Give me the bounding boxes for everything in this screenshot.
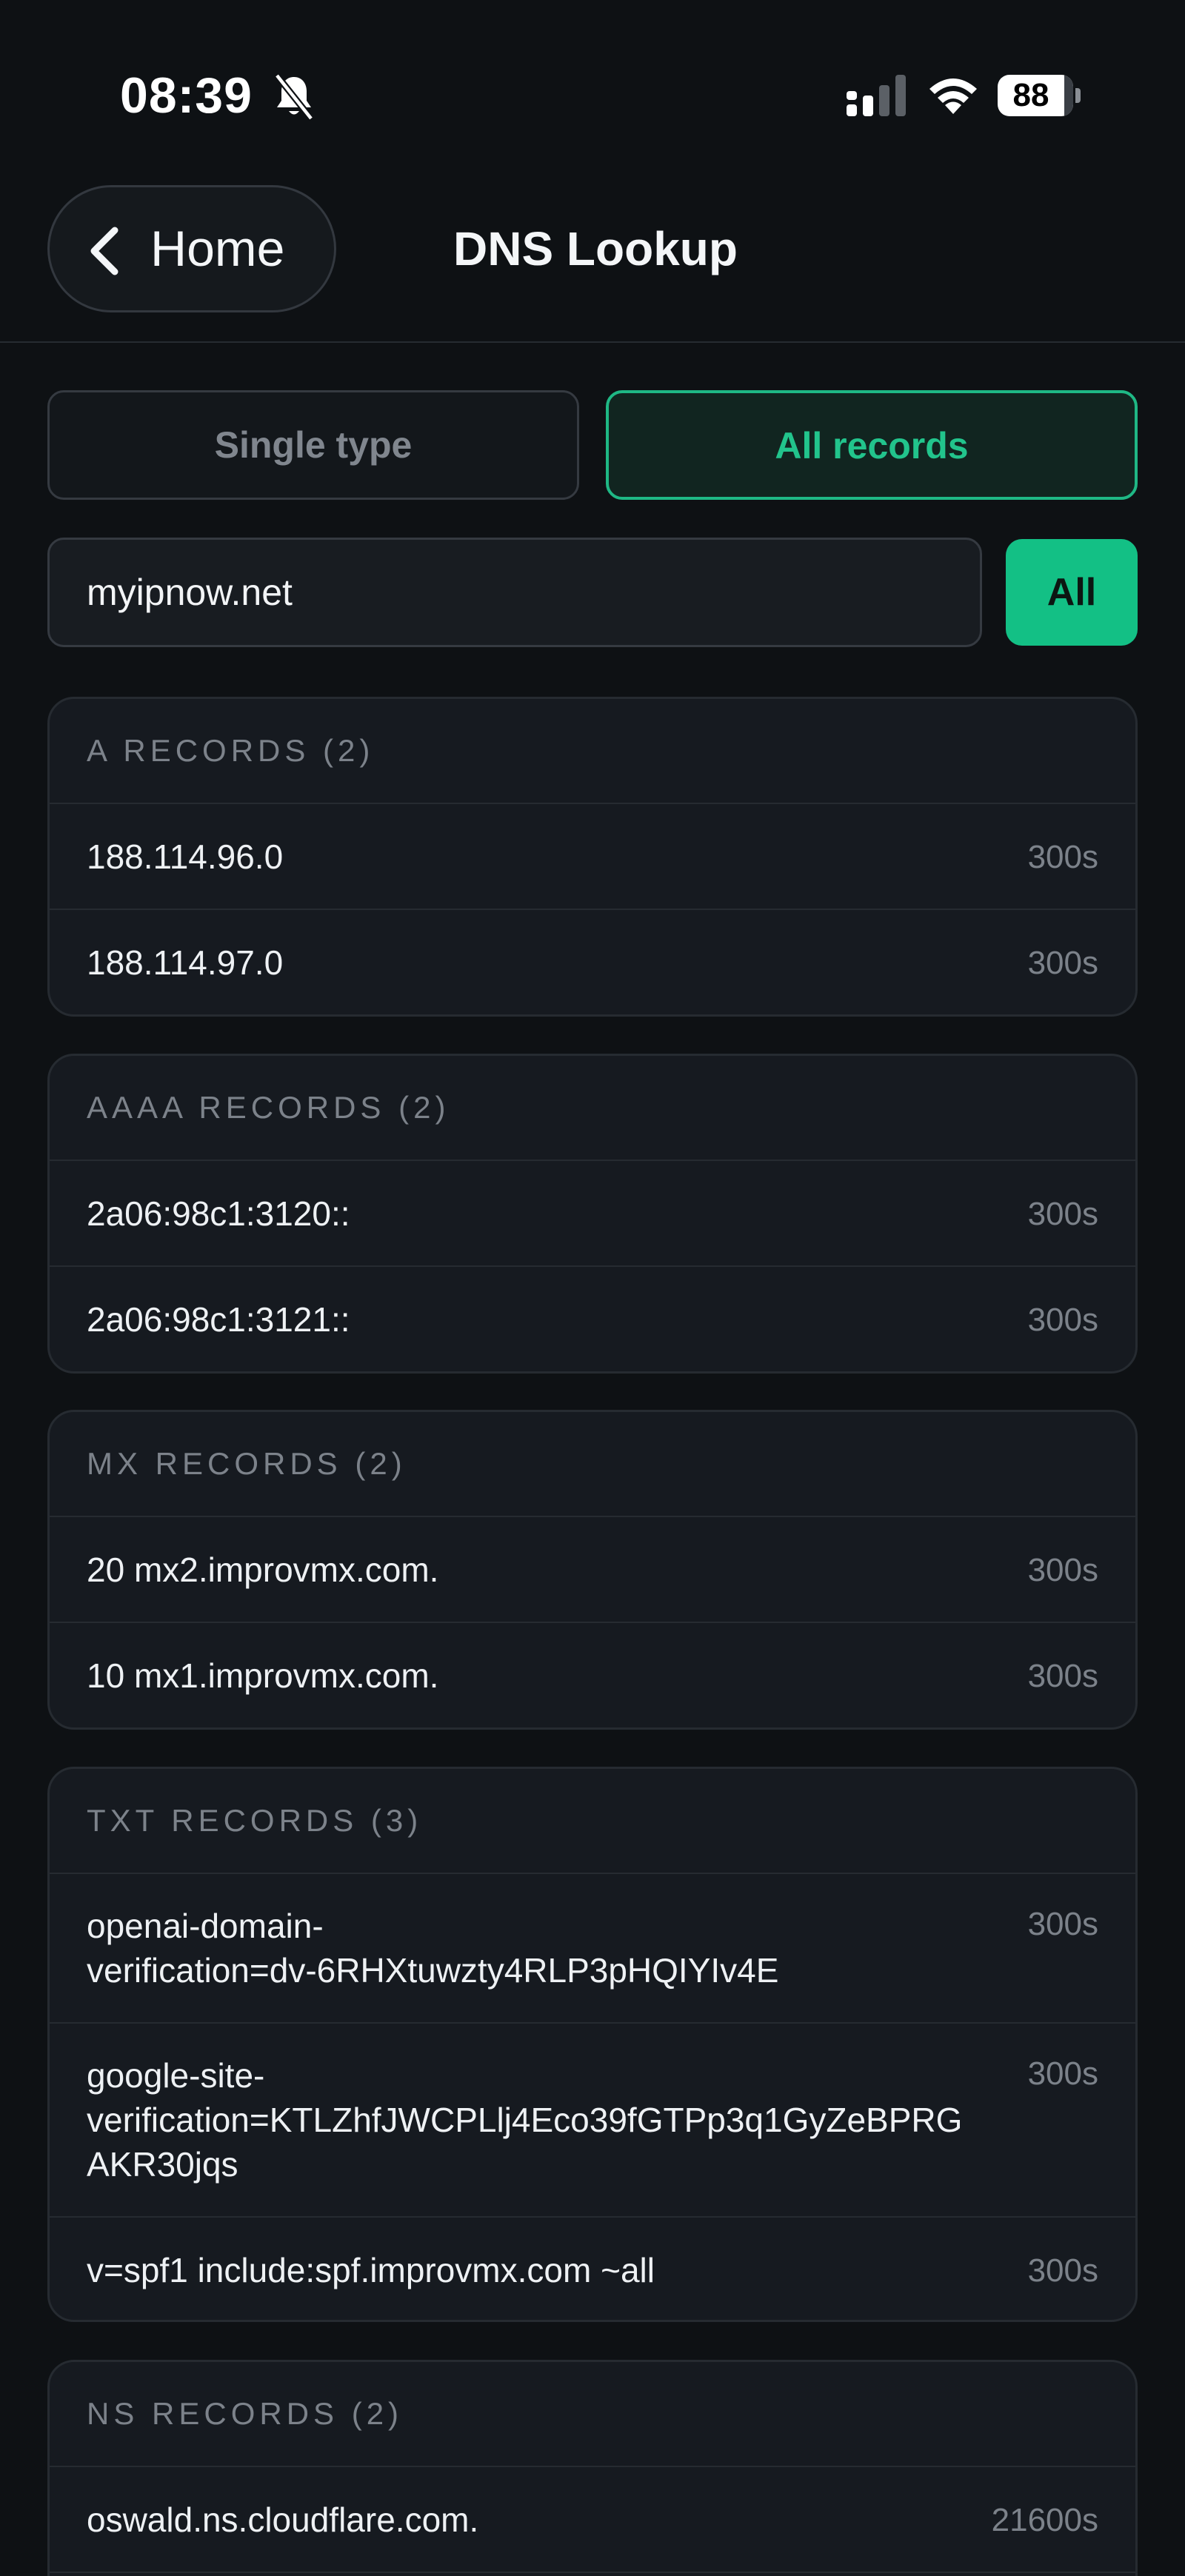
- status-bar: 08:39 88: [0, 0, 1185, 185]
- record-value: 20 mx2.improvmx.com.: [87, 1550, 439, 1589]
- record-value: oswald.ns.cloudflare.com.: [87, 2500, 479, 2539]
- battery-indicator: 88: [998, 75, 1081, 116]
- domain-input[interactable]: [47, 538, 982, 647]
- record-ttl: 300s: [1027, 1196, 1098, 1232]
- record-row[interactable]: openai-domain- verification=dv-6RHXtuwzt…: [50, 1873, 1135, 2022]
- aaaa-records-header: AAAA RECORDS (2): [87, 1090, 450, 1125]
- a-records-header: A RECORDS (2): [87, 733, 375, 768]
- record-value-line: AKR30jqs: [87, 2145, 238, 2184]
- single-type-tab[interactable]: Single type: [47, 390, 579, 500]
- bell-muted-icon: [274, 73, 314, 121]
- battery-empty-portion: [1064, 75, 1073, 116]
- cellular-signal-icon: [847, 75, 906, 116]
- record-value: 188.114.97.0: [87, 943, 284, 982]
- record-value-line: openai-domain-: [87, 1907, 324, 1945]
- wifi-icon: [929, 78, 977, 114]
- record-value: google-site- verification=KTLZhfJWCPLlj4…: [87, 2053, 1035, 2187]
- record-ttl: 300s: [1027, 1552, 1098, 1588]
- mx-records-header: MX RECORDS (2): [87, 1446, 407, 1481]
- record-ttl: 300s: [1027, 839, 1098, 875]
- all-records-tab[interactable]: All records: [606, 390, 1138, 500]
- record-value: 2a06:98c1:3120::: [87, 1194, 350, 1233]
- battery-level: 88: [1012, 77, 1049, 113]
- aaaa-records-card: AAAA RECORDS (2) 2a06:98c1:3120:: 300s 2…: [47, 1054, 1138, 1374]
- record-ttl: 300s: [1027, 2055, 1098, 2092]
- record-value: 10 mx1.improvmx.com.: [87, 1656, 439, 1695]
- single-type-tab-label: Single type: [214, 424, 413, 466]
- back-button-label: Home: [150, 221, 285, 277]
- record-row[interactable]: 188.114.96.0 300s: [50, 803, 1135, 909]
- battery-body: 88: [998, 75, 1073, 116]
- status-time: 08:39: [120, 67, 253, 124]
- record-ttl: 300s: [1027, 945, 1098, 981]
- record-row[interactable]: 2a06:98c1:3120:: 300s: [50, 1160, 1135, 1265]
- record-ttl: 300s: [1027, 1302, 1098, 1338]
- txt-records-card: TXT RECORDS (3) openai-domain- verificat…: [47, 1767, 1138, 2322]
- record-value: 188.114.96.0: [87, 837, 284, 876]
- ns-records-header: NS RECORDS (2): [87, 2396, 404, 2431]
- dns-lookup-screen: 08:39 88 Home DNS Lookup Single type All…: [0, 0, 1185, 2576]
- record-row[interactable]: 2a06:98c1:3121:: 300s: [50, 1265, 1135, 1371]
- page-title: DNS Lookup: [453, 222, 738, 275]
- mx-records-card: MX RECORDS (2) 20 mx2.improvmx.com. 300s…: [47, 1410, 1138, 1730]
- record-value-line: google-site-: [87, 2056, 265, 2095]
- txt-records-header: TXT RECORDS (3): [87, 1803, 423, 1838]
- record-row[interactable]: 20 mx2.improvmx.com. 300s: [50, 1516, 1135, 1622]
- record-value-line: verification=dv-6RHXtuwzty4RLP3pHQIYIv4E: [87, 1951, 779, 1990]
- record-row[interactable]: 10 mx1.improvmx.com. 300s: [50, 1622, 1135, 1727]
- record-row[interactable]: [50, 2572, 1135, 2576]
- navigation-bar: Home DNS Lookup: [0, 185, 1185, 343]
- record-row[interactable]: oswald.ns.cloudflare.com. 21600s: [50, 2466, 1135, 2572]
- all-records-tab-label: All records: [775, 425, 969, 466]
- ns-records-card: NS RECORDS (2) oswald.ns.cloudflare.com.…: [47, 2360, 1138, 2576]
- record-row[interactable]: google-site- verification=KTLZhfJWCPLlj4…: [50, 2022, 1135, 2216]
- battery-cap: [1075, 88, 1081, 103]
- record-ttl: 21600s: [991, 2502, 1098, 2538]
- record-row[interactable]: 188.114.97.0 300s: [50, 909, 1135, 1014]
- record-value: openai-domain- verification=dv-6RHXtuwzt…: [87, 1904, 1035, 1993]
- record-ttl: 300s: [1027, 1658, 1098, 1694]
- record-ttl: 300s: [1027, 2252, 1098, 2289]
- record-ttl: 300s: [1027, 1906, 1098, 1942]
- a-records-card: A RECORDS (2) 188.114.96.0 300s 188.114.…: [47, 697, 1138, 1017]
- back-button[interactable]: Home: [47, 185, 336, 312]
- record-value: 2a06:98c1:3121::: [87, 1299, 350, 1339]
- lookup-all-button[interactable]: All: [1006, 539, 1138, 646]
- record-value-line: verification=KTLZhfJWCPLlj4Eco39fGTPp3q1…: [87, 2101, 963, 2139]
- chevron-left-icon: [90, 227, 118, 275]
- record-row[interactable]: v=spf1 include:spf.improvmx.com ~all 300…: [50, 2216, 1135, 2320]
- record-value: v=spf1 include:spf.improvmx.com ~all: [87, 2250, 655, 2289]
